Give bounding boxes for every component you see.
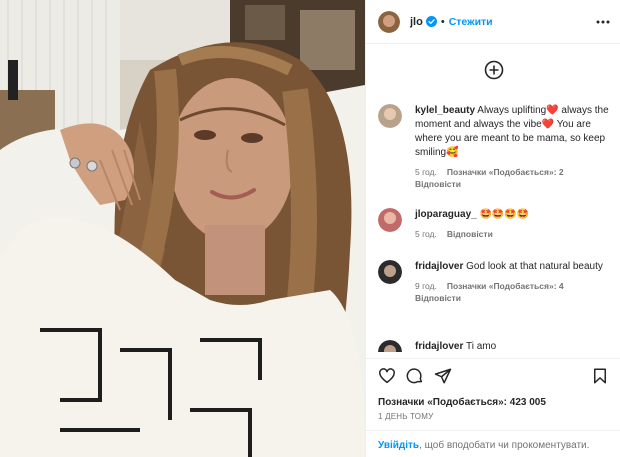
author-avatar[interactable] [378,10,400,33]
verified-badge-icon [425,16,437,27]
follow-button[interactable]: Стежити [449,16,493,28]
comment-likes[interactable]: Позначки «Подобається»: 4 [447,281,564,291]
separator-dot: • [440,15,445,28]
reply-button[interactable]: Відповісти [415,293,461,303]
comments-list[interactable]: kylel_beauty Always uplifting❤️ always t… [366,100,620,352]
author-username[interactable]: jlo [410,16,423,28]
more-options-icon[interactable] [595,14,611,30]
comment-text: 🤩🤩🤩🤩 [479,209,530,220]
post-side-panel: jlo • Стежити kylel_beauty Always uplift… [365,0,620,457]
commenter-avatar[interactable] [378,104,402,128]
action-bar [366,358,620,392]
commenter-username[interactable]: fridajlover [415,261,463,272]
login-prompt: Увійдіть, щоб вподобати чи прокоментуват… [366,430,620,457]
commenter-username[interactable]: jloparaguay_ [415,209,477,220]
reply-button[interactable]: Відповісти [415,179,461,189]
likes-count[interactable]: Позначки «Подобається»: 423 005 [378,397,546,408]
comment-item: kylel_beauty Always uplifting❤️ always t… [378,104,614,190]
post-header: jlo • Стежити [366,0,620,44]
comment-icon[interactable] [406,367,424,385]
comment-item: fridajlover Ti amo [378,340,614,352]
comment-item: jloparaguay_ 🤩🤩🤩🤩 5 год. Відповісти [378,208,614,240]
commenter-avatar[interactable] [378,260,402,284]
heart-icon[interactable] [378,367,396,385]
instagram-post: jlo • Стежити kylel_beauty Always uplift… [0,0,620,457]
login-link[interactable]: Увійдіть [378,440,419,451]
add-circle-icon[interactable] [484,60,504,80]
add-content-row [366,60,620,84]
login-prompt-text: , щоб вподобати чи прокоментувати. [419,440,590,451]
bookmark-icon[interactable] [591,367,609,385]
comment-text: God look at that natural beauty [466,261,603,272]
commenter-username[interactable]: fridajlover [415,341,463,352]
comment-time[interactable]: 9 год. [415,281,437,291]
post-photo[interactable] [0,0,365,457]
share-icon[interactable] [434,367,452,385]
post-time[interactable]: 1 ДЕНЬ ТОМУ [378,412,433,421]
commenter-avatar[interactable] [378,340,402,352]
comment-item: fridajlover God look at that natural bea… [378,260,614,304]
commenter-avatar[interactable] [378,208,402,232]
reply-button[interactable]: Відповісти [447,229,493,239]
comment-time[interactable]: 5 год. [415,167,437,177]
commenter-username[interactable]: kylel_beauty [415,105,475,116]
comment-time[interactable]: 5 год. [415,229,437,239]
comment-likes[interactable]: Позначки «Подобається»: 2 [447,167,564,177]
comment-text: Ti amo [465,341,497,352]
selfie-image [0,0,365,457]
